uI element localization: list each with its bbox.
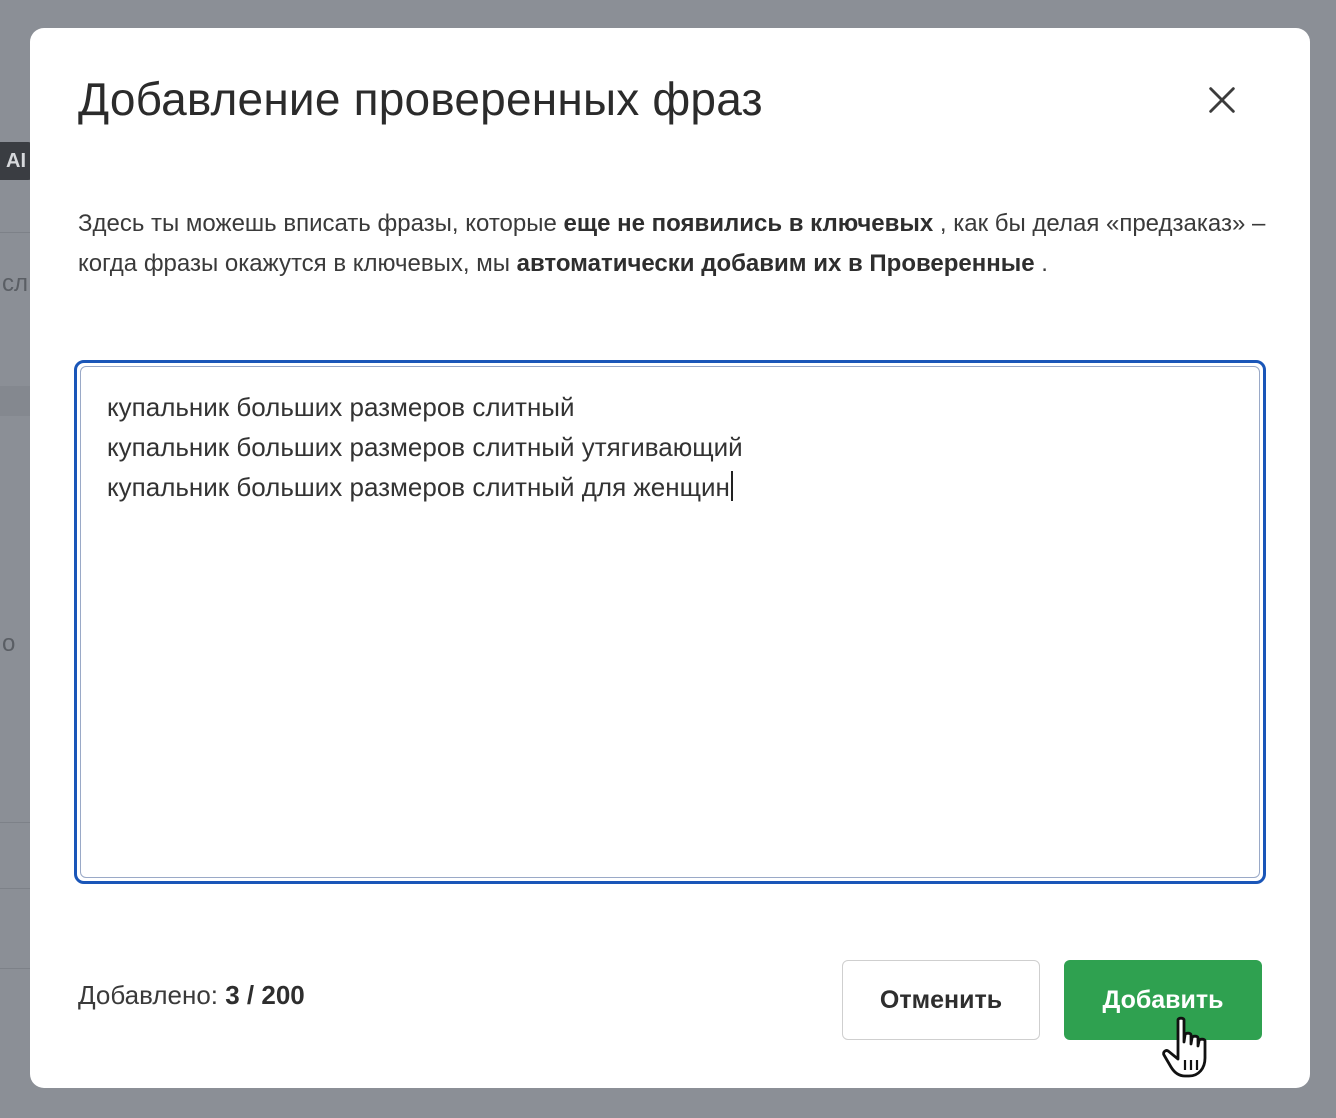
- hand-pointer-icon: [1162, 1016, 1207, 1078]
- phrase-line-with-caret: купальник больших размеров слитный для ж…: [107, 467, 1233, 507]
- add-verified-phrases-modal: Добавление проверенных фраз Здесь ты мож…: [30, 28, 1310, 1088]
- ai-badge: AI: [0, 142, 34, 180]
- phrase-text: купальник больших размеров слитный для ж…: [107, 472, 730, 502]
- counter-value: 3 / 200: [225, 980, 305, 1010]
- description-bold: автоматически добавим их в Проверенные: [516, 250, 1035, 277]
- close-button[interactable]: [1200, 78, 1244, 122]
- description-bold: еще не появились в ключевых: [563, 210, 934, 237]
- counter-label: Добавлено:: [78, 980, 226, 1010]
- phrase-line: купальник больших размеров слитный: [107, 392, 575, 422]
- phrases-textarea[interactable]: купальник больших размеров слитный купал…: [80, 366, 1260, 878]
- description-text: .: [1034, 250, 1048, 277]
- modal-description: Здесь ты можешь вписать фразы, которые е…: [78, 204, 1268, 284]
- background-text-fragment: о: [2, 630, 16, 657]
- text-caret: [730, 471, 733, 501]
- close-icon: [1209, 87, 1235, 113]
- background-text-fragment: сл: [2, 270, 29, 297]
- added-counter: Добавлено: 3 / 200: [78, 980, 305, 1011]
- phrase-line: купальник больших размеров слитный утяги…: [107, 432, 743, 462]
- phrases-textarea-focus-ring: купальник больших размеров слитный купал…: [74, 360, 1266, 884]
- description-text: Здесь ты можешь вписать фразы, которые: [78, 210, 564, 237]
- modal-title: Добавление проверенных фраз: [78, 73, 763, 125]
- cancel-button[interactable]: Отменить: [842, 960, 1040, 1040]
